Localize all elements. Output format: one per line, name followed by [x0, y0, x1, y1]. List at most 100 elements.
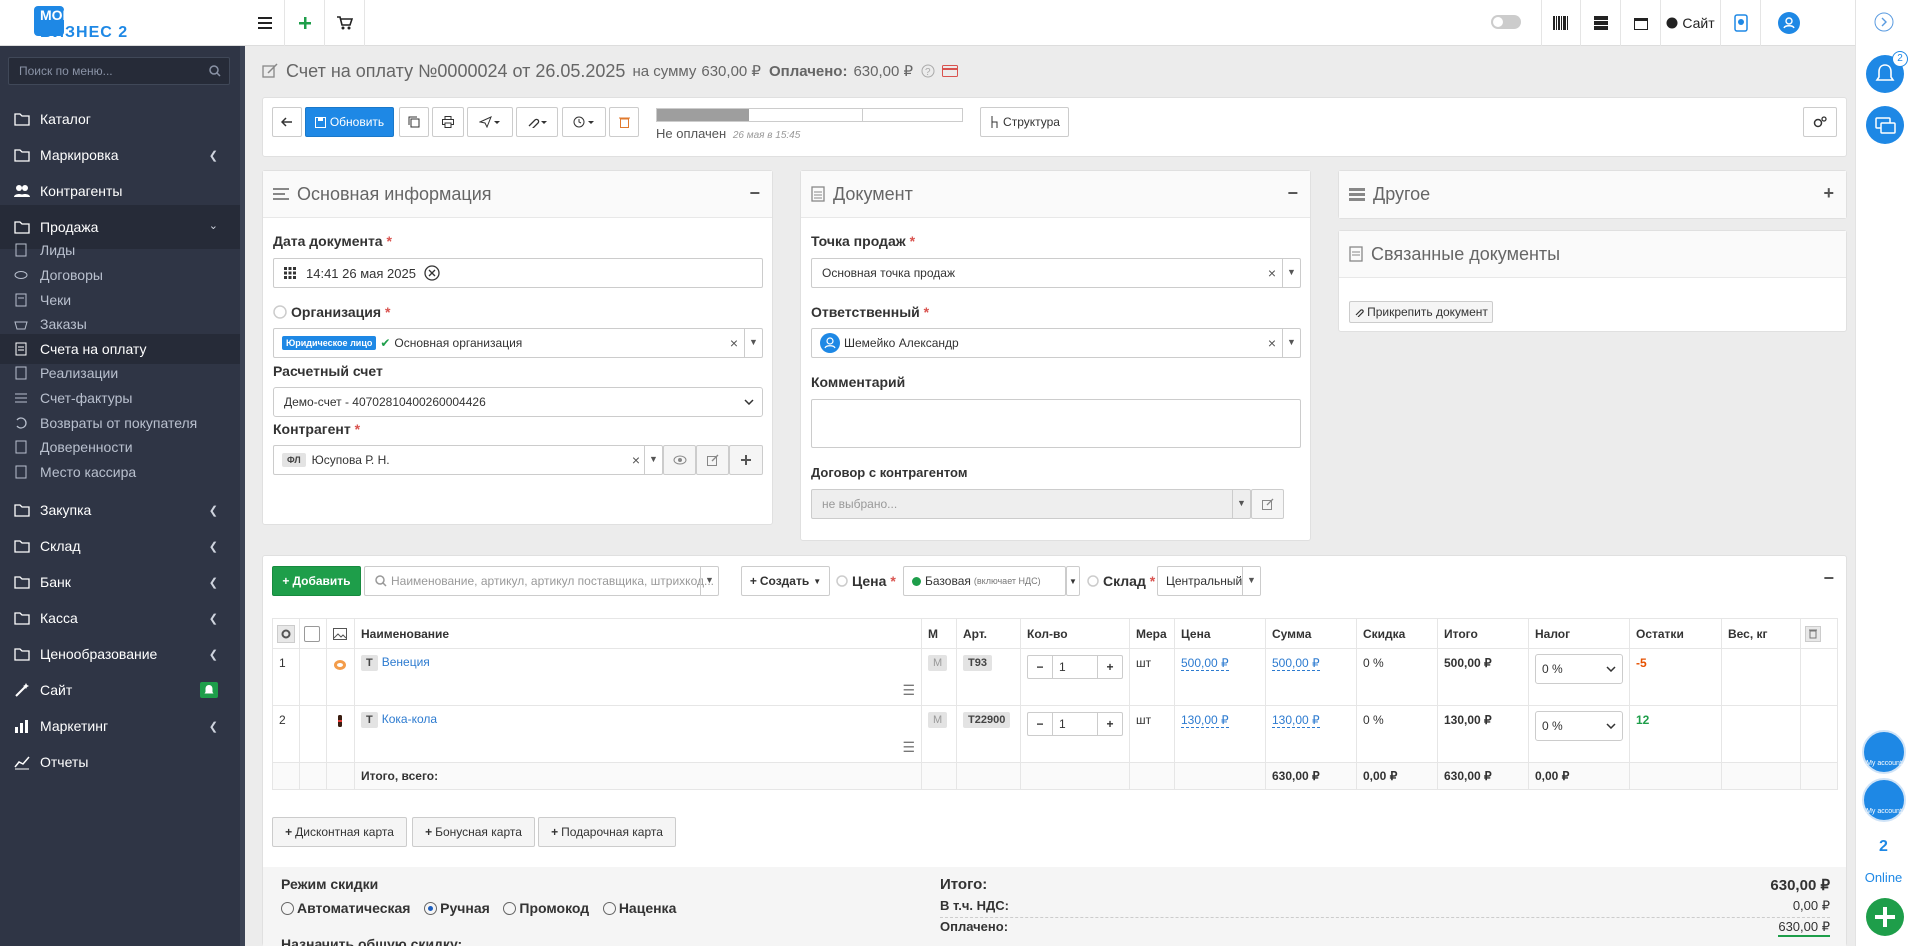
question-icon[interactable]: ?: [921, 64, 935, 78]
app-button[interactable]: [1721, 0, 1761, 46]
hamburger-button[interactable]: [245, 0, 285, 46]
warehouse-select[interactable]: Центральный ▼: [1157, 566, 1261, 596]
sidebar-subitem-cashier[interactable]: Место кассира: [0, 457, 240, 487]
radio-auto[interactable]: Автоматическая: [281, 900, 410, 916]
item-sum-link[interactable]: 500,00 ₽: [1272, 656, 1320, 671]
clear-responsible-icon[interactable]: ×: [1268, 335, 1276, 351]
item-name-link[interactable]: Венеция: [382, 655, 430, 669]
caret-down-icon[interactable]: ▼: [1282, 259, 1300, 287]
item-search-input[interactable]: Наименование, артикул, артикул поставщик…: [364, 566, 719, 596]
print-button[interactable]: [432, 107, 464, 137]
tax-select[interactable]: 0 %: [1535, 654, 1623, 684]
table-row[interactable]: 1 Т Венеция ☰ М Т93 −1 + шт 500,00 ₽ 500,00…: [272, 648, 1838, 706]
create-dropdown-button[interactable]: + Создать ▼: [741, 566, 830, 596]
pos-select[interactable]: Основная точка продаж × ▼: [811, 258, 1301, 288]
server-button[interactable]: [1581, 0, 1621, 46]
item-name-link[interactable]: Кока-кола: [382, 712, 437, 726]
profile-button[interactable]: [1761, 0, 1817, 46]
caret-down-icon[interactable]: ▼: [1282, 329, 1300, 357]
radio-circle-selected[interactable]: [424, 901, 438, 915]
settings-button[interactable]: [1803, 107, 1837, 137]
my-account-button-2[interactable]: My account: [1862, 778, 1906, 822]
radio-promo[interactable]: Промокод: [503, 900, 589, 916]
row-delete-cell[interactable]: [1800, 705, 1838, 763]
table-row[interactable]: 2 Т Кока-кола ☰ М Т22900 −1 + шт 130,00 ₽ 1…: [272, 705, 1838, 763]
row-menu-icon[interactable]: ☰: [902, 682, 915, 699]
add-item-button[interactable]: + Добавить: [272, 566, 361, 596]
clear-date-icon[interactable]: [424, 265, 440, 281]
send-dropdown-button[interactable]: [467, 107, 513, 137]
view-contractor-button[interactable]: [663, 445, 696, 475]
site-button[interactable]: Сайт: [1661, 0, 1721, 46]
radio-circle[interactable]: [602, 901, 616, 915]
quantity-value[interactable]: 1: [1052, 713, 1098, 735]
quantity-stepper[interactable]: −1 +: [1027, 655, 1123, 679]
radio-circle[interactable]: [503, 901, 517, 915]
row-checkbox-cell[interactable]: [299, 648, 327, 706]
logo[interactable]: МОЙ БИЗНЕС 2: [0, 0, 245, 46]
quick-add-button[interactable]: [1866, 898, 1904, 936]
clear-pos-icon[interactable]: ×: [1268, 265, 1276, 281]
collapse-rail-icon[interactable]: [1874, 12, 1894, 32]
minus-icon[interactable]: −: [1028, 660, 1052, 674]
edit-contractor-button[interactable]: [696, 445, 729, 475]
add-contractor-button[interactable]: [729, 445, 763, 475]
radio-markup[interactable]: Наценка: [602, 900, 676, 916]
calendar-button[interactable]: [1621, 0, 1661, 46]
caret-down-icon[interactable]: ▼: [744, 329, 762, 357]
add-button[interactable]: [285, 0, 325, 46]
org-select[interactable]: Юридическое лицо ✔ Основная организация …: [273, 328, 763, 358]
date-input[interactable]: 14:41 26 мая 2025: [273, 258, 763, 288]
quantity-stepper[interactable]: −1 +: [1027, 712, 1123, 736]
row-menu-icon[interactable]: ☰: [902, 739, 915, 756]
select-all-checkbox[interactable]: [299, 618, 327, 649]
plus-icon[interactable]: +: [1098, 717, 1122, 731]
my-account-button[interactable]: My account: [1862, 730, 1906, 774]
row-checkbox-cell[interactable]: [299, 705, 327, 763]
collapse-document-button[interactable]: −: [1287, 183, 1298, 204]
quantity-value[interactable]: 1: [1052, 656, 1098, 678]
item-sum-link[interactable]: 130,00 ₽: [1272, 713, 1320, 728]
collapse-items-button[interactable]: −: [1823, 568, 1834, 589]
notifications-button[interactable]: 2: [1866, 51, 1908, 93]
plus-icon[interactable]: +: [1098, 660, 1122, 674]
caret-down-icon[interactable]: ▼: [1232, 490, 1250, 518]
tax-select[interactable]: 0 %: [1535, 711, 1623, 741]
structure-button[interactable]: Структура: [980, 107, 1069, 137]
radio-circle[interactable]: [281, 901, 294, 915]
attach-dropdown-button[interactable]: [516, 107, 558, 137]
attach-document-button[interactable]: Прикрепить документ: [1349, 301, 1493, 323]
expand-other-button[interactable]: +: [1823, 183, 1834, 204]
caret-down-icon[interactable]: ▼: [1242, 567, 1260, 595]
discount-card-button[interactable]: + Дисконтная карта: [272, 817, 407, 847]
history-dropdown-button[interactable]: [562, 107, 606, 137]
clear-org-icon[interactable]: ×: [730, 335, 738, 351]
contractor-select[interactable]: ФЛ Юсупова Р. Н. × ▼: [273, 445, 663, 475]
sidebar-scrollbar[interactable]: [240, 46, 245, 946]
delete-button[interactable]: [609, 107, 639, 137]
clear-contractor-icon[interactable]: ×: [632, 452, 640, 468]
minus-icon[interactable]: −: [1028, 717, 1052, 731]
open-contract-button[interactable]: [1251, 489, 1284, 519]
contract-select[interactable]: не выбрано... ▼: [811, 489, 1251, 519]
bonus-card-button[interactable]: + Бонусная карта: [412, 817, 535, 847]
delete-all-cell[interactable]: [1800, 618, 1838, 649]
responsible-select[interactable]: Шемейко Александр × ▼: [811, 328, 1301, 358]
row-delete-cell[interactable]: [1800, 648, 1838, 706]
chat-button[interactable]: [1866, 106, 1904, 144]
cart-button[interactable]: [325, 0, 365, 46]
sidebar-item-reports[interactable]: Отчеты: [0, 740, 240, 784]
caret-down-icon[interactable]: ▼: [644, 446, 662, 474]
item-price-link[interactable]: 130,00 ₽: [1181, 713, 1229, 728]
item-price-link[interactable]: 500,00 ₽: [1181, 656, 1229, 671]
theme-toggle[interactable]: [1491, 15, 1521, 29]
comment-textarea[interactable]: [811, 399, 1301, 448]
gift-card-button[interactable]: + Подарочная карта: [538, 817, 676, 847]
collapse-main-info-button[interactable]: −: [749, 183, 760, 204]
credit-card-icon[interactable]: [942, 65, 959, 77]
back-button[interactable]: [272, 107, 302, 137]
table-settings-cell[interactable]: [272, 618, 300, 649]
update-button[interactable]: Обновить: [305, 107, 394, 137]
menu-search-input[interactable]: Поиск по меню...: [8, 57, 230, 85]
price-caret-button[interactable]: ▼: [1066, 566, 1080, 596]
